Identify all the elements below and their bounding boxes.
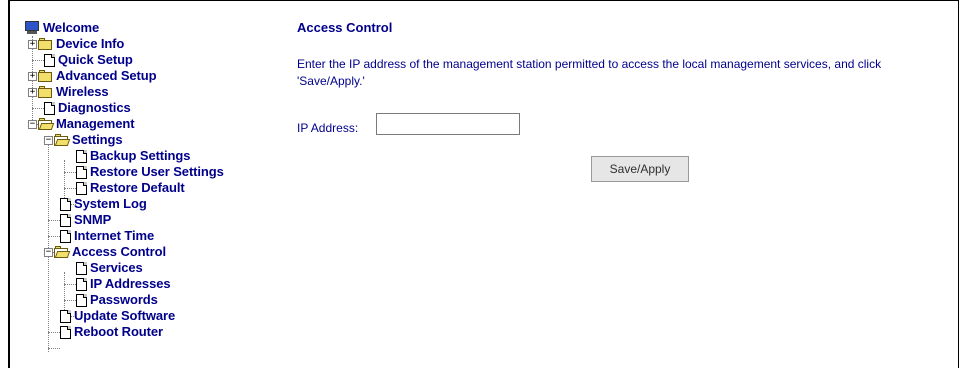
tree-item-label: Wireless — [56, 84, 109, 99]
tree-item-backup-settings[interactable]: Backup Settings — [76, 148, 190, 164]
ip-address-input[interactable] — [376, 113, 520, 135]
expand-toggle-wireless[interactable]: + — [28, 88, 37, 97]
tree-item-label: Restore User Settings — [90, 164, 224, 179]
ip-address-label: IP Address: — [297, 121, 359, 135]
tree-item-label: Diagnostics — [58, 100, 131, 115]
page-icon — [60, 229, 71, 243]
tree-item-label: Advanced Setup — [56, 68, 157, 83]
tree-item-system-log[interactable]: System Log — [60, 196, 147, 212]
tree-item-restore-user-settings[interactable]: Restore User Settings — [76, 164, 224, 180]
tree-item-ip-addresses[interactable]: IP Addresses — [76, 276, 171, 292]
tree-item-label: SNMP — [74, 212, 112, 227]
tree-item-label: Update Software — [74, 308, 176, 323]
tree-item-advanced-setup[interactable]: Advanced Setup — [38, 68, 157, 84]
monitor-icon — [24, 21, 40, 35]
tree-item-reboot-router[interactable]: Reboot Router — [60, 324, 163, 340]
tree-item-label: Restore Default — [90, 180, 185, 195]
tree-item-label: Welcome — [43, 20, 100, 35]
page-icon — [60, 213, 71, 227]
tree-item-label: Reboot Router — [74, 324, 163, 339]
folder-open-icon — [38, 118, 55, 130]
tree-item-label: Backup Settings — [90, 148, 191, 163]
tree-connector — [64, 188, 76, 189]
tree-connector — [48, 220, 60, 221]
expand-toggle-device-info[interactable]: + — [28, 40, 37, 49]
tree-connector — [64, 172, 76, 173]
tree-item-label: Services — [90, 260, 143, 275]
tree-item-label: System Log — [74, 196, 147, 211]
page-icon — [76, 149, 87, 163]
tree-item-update-software[interactable]: Update Software — [60, 308, 175, 324]
page-icon — [60, 325, 71, 339]
collapse-toggle-access-control[interactable]: − — [44, 248, 53, 257]
tree-connector — [48, 332, 60, 333]
tree-item-label: IP Addresses — [90, 276, 171, 291]
tree-item-label: Internet Time — [74, 228, 155, 243]
collapse-toggle-settings[interactable]: − — [44, 136, 53, 145]
page-icon — [60, 197, 71, 211]
page-icon — [76, 165, 87, 179]
folder-icon — [38, 38, 53, 50]
folder-open-icon — [54, 134, 71, 146]
tree-item-label: Quick Setup — [58, 52, 133, 67]
folder-icon — [38, 70, 53, 82]
page-title: Access Control — [297, 20, 393, 35]
tree-item-label: Device Info — [56, 36, 125, 51]
tree-connector — [32, 108, 44, 109]
tree-item-internet-time[interactable]: Internet Time — [60, 228, 154, 244]
tree-item-services[interactable]: Services — [76, 260, 143, 276]
tree-connector — [64, 300, 76, 301]
tree-item-wireless[interactable]: Wireless — [38, 84, 109, 100]
tree-item-device-info[interactable]: Device Info — [38, 36, 124, 52]
page-icon — [76, 181, 87, 195]
tree-connector — [32, 60, 44, 61]
page-icon — [76, 277, 87, 291]
tree-item-restore-default[interactable]: Restore Default — [76, 180, 185, 196]
page-icon — [76, 293, 87, 307]
collapse-toggle-management[interactable]: − — [28, 120, 37, 129]
tree-item-access-control[interactable]: Access Control — [54, 244, 166, 260]
page-icon — [44, 53, 55, 67]
tree-connector — [48, 348, 60, 349]
tree-item-settings[interactable]: Settings — [54, 132, 123, 148]
page-icon — [76, 261, 87, 275]
folder-icon — [38, 86, 53, 98]
tree-item-label: Settings — [72, 132, 123, 147]
tree-item-quick-setup[interactable]: Quick Setup — [44, 52, 133, 68]
tree-item-label: Management — [56, 116, 135, 131]
page-icon — [60, 309, 71, 323]
tree-item-snmp[interactable]: SNMP — [60, 212, 111, 228]
save-apply-button[interactable]: Save/Apply — [591, 156, 689, 182]
tree-item-management[interactable]: Management — [38, 116, 135, 132]
instructions-text: Enter the IP address of the management s… — [297, 57, 882, 88]
tree-item-label: Passwords — [90, 292, 158, 307]
tree-item-diagnostics[interactable]: Diagnostics — [44, 100, 131, 116]
tree-connector — [64, 284, 76, 285]
tree-item-label: Access Control — [72, 244, 166, 259]
page-icon — [44, 101, 55, 115]
folder-open-icon — [54, 246, 71, 258]
tree-item-welcome[interactable]: Welcome — [24, 20, 99, 36]
expand-toggle-advanced-setup[interactable]: + — [28, 72, 37, 81]
tree-connector — [48, 236, 60, 237]
page-frame: Welcome + Device Info Quick Setup + Adva… — [8, 0, 959, 368]
tree-item-passwords[interactable]: Passwords — [76, 292, 158, 308]
